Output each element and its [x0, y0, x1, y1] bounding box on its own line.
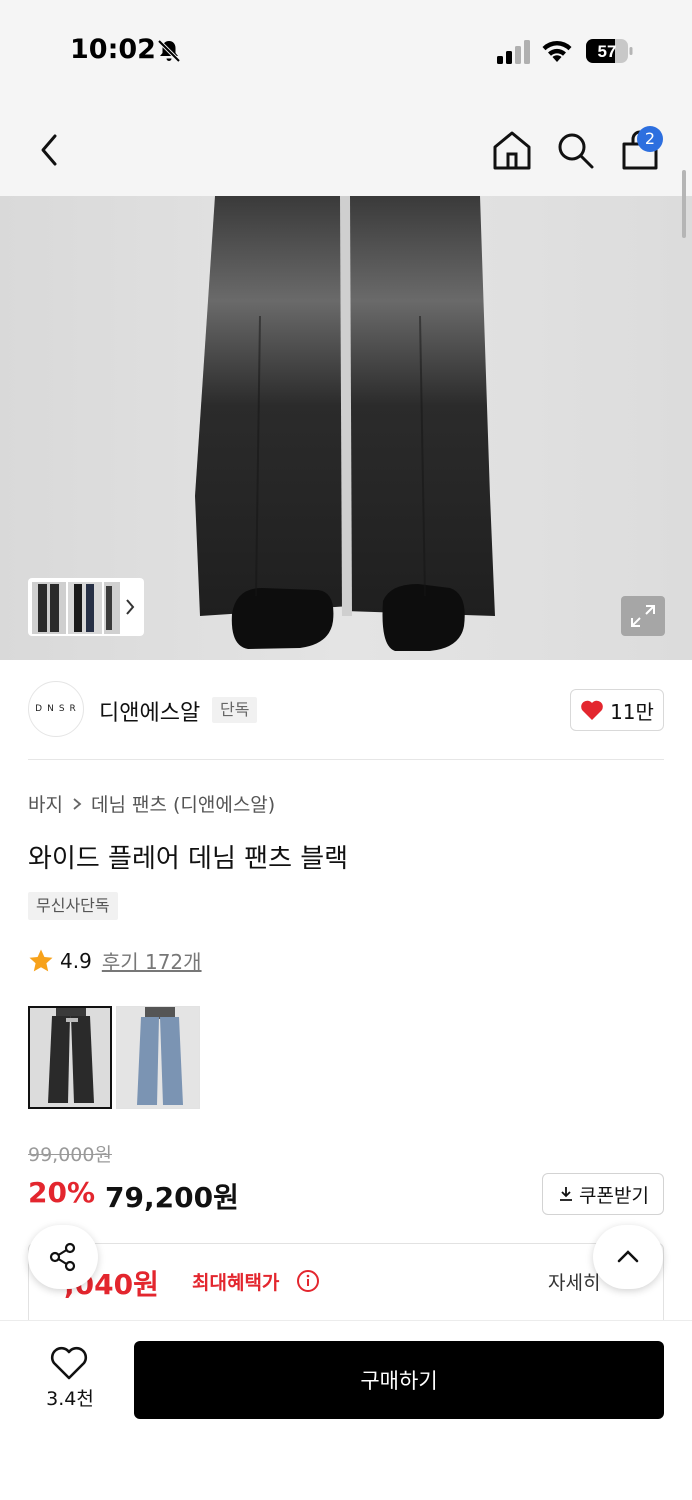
original-price: 99,000원 — [28, 1144, 112, 1166]
sale-price: 79,200원 — [105, 1181, 239, 1214]
battery-level: 57 — [598, 42, 617, 61]
discount-rate: 20% — [28, 1176, 96, 1209]
chevron-up-icon — [617, 1250, 639, 1263]
breadcrumb: 바지 데님 팬츠 (디앤에스알) — [28, 790, 275, 817]
share-button[interactable] — [28, 1225, 98, 1289]
price-row: 20% 79,200원 — [28, 1176, 239, 1216]
benefit-detail-link[interactable]: 자세히 — [548, 1268, 600, 1295]
home-icon[interactable] — [490, 128, 534, 172]
review-count-link[interactable]: 후기 172개 — [102, 946, 202, 975]
info-icon[interactable] — [296, 1269, 320, 1293]
exclusive-badge: 무신사단독 — [28, 892, 118, 920]
wifi-icon — [542, 40, 572, 62]
battery-icon: 57 — [586, 39, 633, 63]
bell-muted-icon — [157, 39, 181, 63]
breadcrumb-item[interactable]: 데님 팬츠 (디앤에스알) — [91, 790, 275, 817]
share-icon — [49, 1242, 76, 1272]
coupon-download-button[interactable]: 쿠폰받기 — [542, 1173, 664, 1215]
color-variant-black[interactable] — [28, 1006, 112, 1109]
buy-button[interactable]: 구매하기 — [134, 1341, 664, 1419]
page-scrollbar[interactable] — [682, 170, 686, 238]
max-benefit-label: 최대혜택가 — [192, 1272, 280, 1294]
variant-black-image — [30, 1008, 110, 1107]
search-icon[interactable] — [553, 128, 597, 172]
heart-filled-icon — [581, 700, 603, 720]
cellular-signal-icon — [497, 40, 530, 64]
variant-blue-image — [117, 1007, 199, 1108]
wishlist-count: 3.4천 — [46, 1388, 94, 1410]
expand-image-button[interactable] — [621, 596, 665, 636]
chevron-right-icon — [126, 599, 135, 615]
rating-summary: 4.9 후기 172개 — [28, 946, 202, 975]
product-title: 와이드 플레어 데님 팬츠 블랙 — [28, 844, 349, 874]
status-bar: 10:02 57 — [0, 0, 692, 100]
brand-exclusive-tag: 단독 — [212, 697, 258, 723]
cart-count-badge: 2 — [637, 126, 663, 152]
coupon-label: 쿠폰받기 — [579, 1184, 649, 1207]
brand-like-count: 11만 — [610, 699, 654, 724]
brand-like-button[interactable]: 11만 — [570, 689, 664, 731]
download-icon — [560, 1187, 573, 1201]
brand-logo[interactable]: DNSR — [28, 681, 84, 737]
thumbnail-images — [32, 582, 135, 634]
star-icon — [29, 949, 53, 971]
scroll-to-top-button[interactable] — [593, 1225, 663, 1289]
expand-icon — [631, 605, 655, 627]
chevron-right-icon — [73, 797, 82, 810]
section-divider — [28, 759, 664, 760]
heart-outline-icon[interactable] — [50, 1345, 88, 1381]
status-time: 10:02 — [70, 34, 156, 65]
image-thumbnail-strip[interactable] — [28, 578, 144, 636]
rating-value: 4.9 — [60, 948, 92, 973]
color-variant-blue[interactable] — [116, 1006, 200, 1109]
breadcrumb-item[interactable]: 바지 — [28, 790, 63, 817]
brand-name[interactable]: 디앤에스알 — [99, 695, 200, 727]
back-arrow-icon[interactable] — [28, 128, 72, 172]
